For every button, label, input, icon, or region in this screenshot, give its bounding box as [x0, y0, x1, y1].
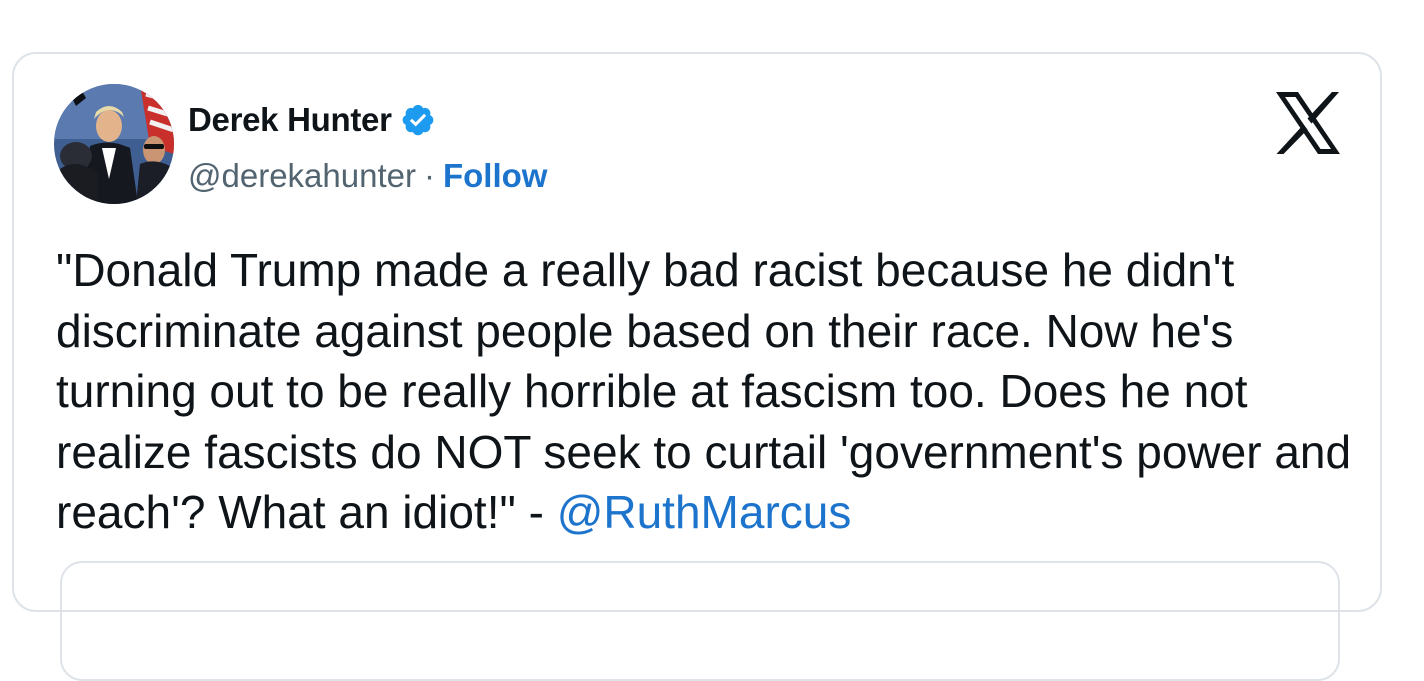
author-handle[interactable]: @derekahunter — [188, 157, 416, 195]
author-display-name[interactable]: Derek Hunter — [188, 101, 392, 139]
x-logo-icon[interactable] — [1274, 90, 1342, 156]
author-avatar[interactable] — [54, 84, 174, 204]
follow-link[interactable]: Follow — [443, 157, 547, 195]
tweet-text: "Donald Trump made a really bad racist b… — [56, 240, 1356, 543]
quoted-tweet-card[interactable] — [60, 561, 1340, 681]
verified-badge-icon — [400, 102, 436, 138]
handle-separator: · — [423, 157, 435, 194]
author-handle-row: @derekahunter · Follow — [188, 156, 547, 196]
author-name-row: Derek Hunter — [188, 100, 436, 140]
mention-link[interactable]: @RuthMarcus — [557, 486, 852, 538]
avatar-photo — [54, 84, 174, 204]
tweet-embed-card: Derek Hunter @derekahunter · Follow "Don… — [12, 52, 1382, 681]
